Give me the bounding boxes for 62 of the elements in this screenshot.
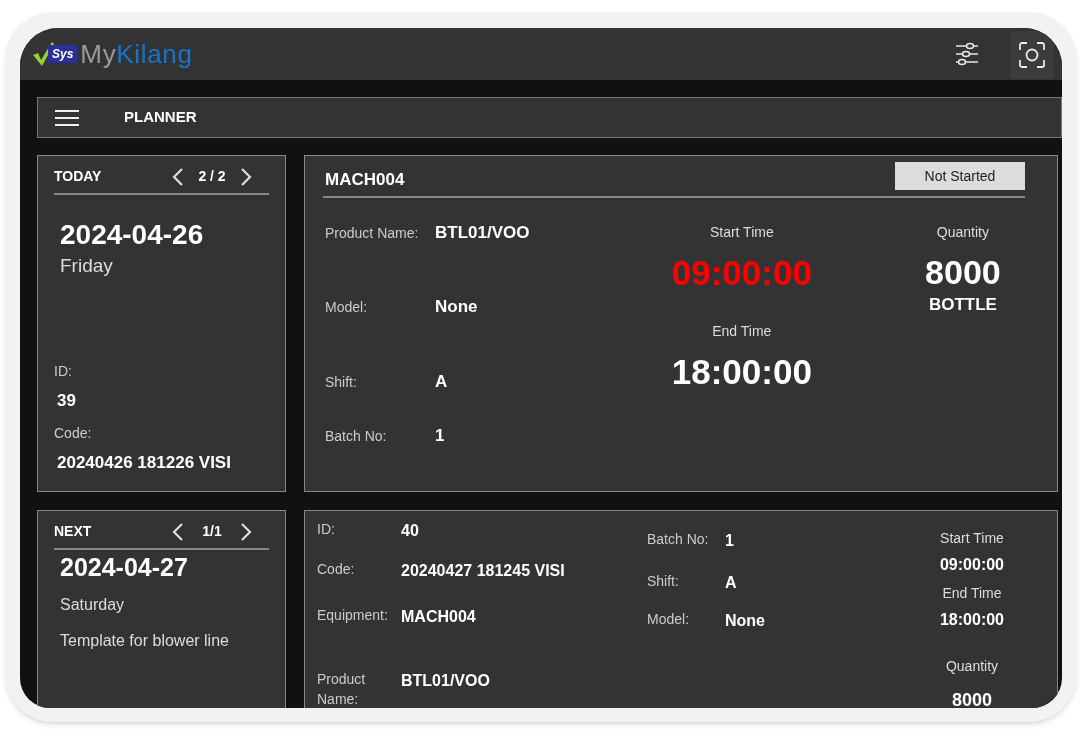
field-label: Model: [325,297,369,317]
weekday-text: Saturday [60,595,126,616]
field-label: Code: [317,560,356,579]
previous-icon[interactable] [172,167,184,186]
camera-focus-icon [1018,41,1046,69]
time-label: End Time [712,321,772,341]
sliders-icon[interactable] [954,42,980,66]
field-label: Shift: [647,572,680,591]
field-label: Batch No: [325,426,388,446]
logo-text: Kilang [116,41,193,67]
field-label: Model: [647,610,691,629]
time-label: End Time [942,584,1002,603]
field-value: None [725,611,765,631]
field-value: 20240427 181245 VISI [401,561,565,581]
field-label: ID: [54,361,73,381]
logo-badge: Sys [48,45,78,63]
field-label: Batch No: [647,530,710,549]
next-icon[interactable] [240,522,252,541]
previous-icon[interactable] [172,522,184,541]
field-label: Shift: [325,373,358,392]
status-badge: Not Started [895,162,1025,190]
date-text: 2024-04-27 [60,552,189,583]
field-value: 40 [401,521,419,541]
page-counter: 2 / 2 [197,167,227,186]
field-label: Equipment: [317,606,389,625]
weekday-text: Friday [60,254,114,278]
next-icon[interactable] [240,167,252,186]
quantity-value: 8000 [951,689,992,708]
toolbar-title: PLANNER [124,107,197,128]
machine-title: MACH004 [325,168,405,191]
time-label: Start Time [940,529,1004,548]
card-heading: TODAY [54,167,103,186]
time-value: 18:00:00 [939,610,1004,630]
description-text: Template for blower line [60,631,230,652]
time-label: Start Time [709,223,774,242]
field-label: ID: [317,520,336,539]
unit-text: BOTTLE [928,293,997,315]
date-text: 2024-04-26 [60,218,205,252]
field-value: 1 [725,531,734,551]
time-value: 09:00:00 [939,555,1004,575]
field-value: A [435,371,448,393]
field-label: Product Name: [325,224,420,243]
menu-icon[interactable] [54,107,80,128]
field-label: Product Name: [317,670,367,708]
field-value: A [725,573,737,593]
field-value: 39 [57,389,77,412]
quantity-label: Quantity [945,657,999,676]
field-label: Code: [54,424,93,443]
field-value: None [435,295,478,318]
time-value: 09:00:00 [671,252,812,294]
page-counter: 1/1 [201,522,223,541]
field-value: 20240426 181226 VISI [57,452,232,474]
card-heading: NEXT [54,522,93,541]
quantity-label: Quantity [936,223,989,242]
screenshot-button[interactable] [1010,31,1054,79]
field-value: MACH004 [401,607,476,627]
field-value: BTL01/VOO [401,671,490,691]
quantity-value: 8000 [925,252,1001,293]
time-value: 18:00:00 [671,350,812,393]
logo-text: My [80,41,117,67]
field-value: BTL01/VOO [435,222,530,244]
field-value: 1 [435,424,445,447]
